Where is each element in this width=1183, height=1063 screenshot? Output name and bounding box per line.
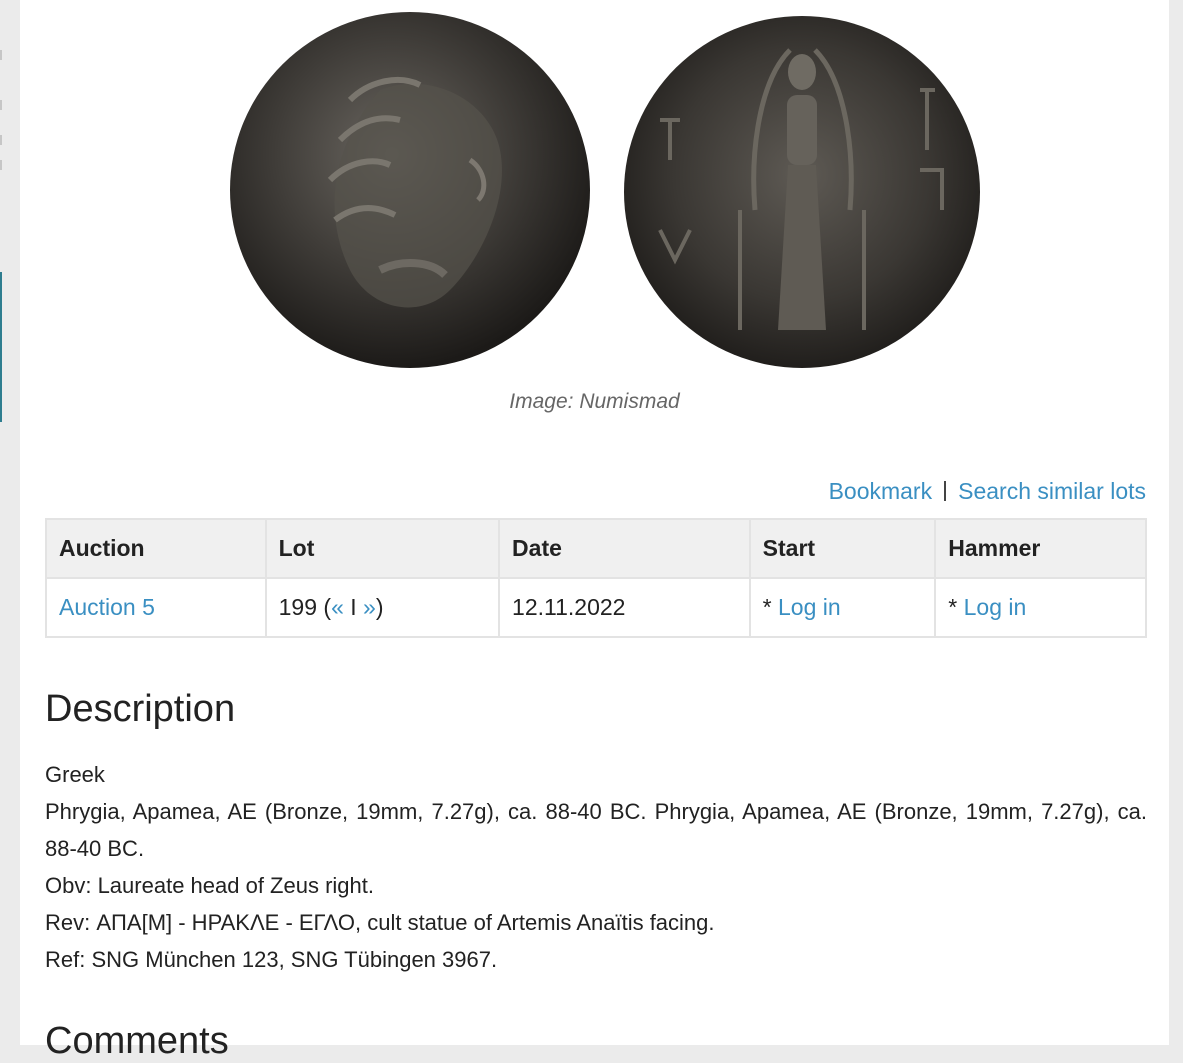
search-similar-lots-link[interactable]: Search similar lots bbox=[958, 478, 1146, 504]
description-line: Ref: SNG München 123, SNG Tübingen 3967. bbox=[45, 947, 498, 972]
hammer-prefix: * bbox=[948, 594, 964, 620]
rail-tick bbox=[0, 50, 2, 60]
lot-nav-separator: I bbox=[343, 594, 364, 620]
bookmark-link[interactable]: Bookmark bbox=[829, 478, 933, 504]
previous-lot-link[interactable]: « bbox=[331, 594, 344, 620]
image-caption: Image: Numismad bbox=[509, 390, 680, 413]
rail-tick bbox=[0, 100, 2, 110]
lot-close-paren: ) bbox=[375, 594, 384, 620]
description-heading: Description bbox=[45, 688, 236, 730]
cell-auction: Auction 5 bbox=[45, 577, 267, 638]
rail-tick bbox=[0, 135, 2, 145]
cell-date: 12.11.2022 bbox=[498, 577, 751, 638]
start-login-link[interactable]: Log in bbox=[778, 594, 841, 620]
table-header-row: Auction Lot Date Start Hammer bbox=[45, 518, 1147, 579]
description-line: Rev: ΑΠΑ[Μ] - ΗΡΑΚΛΕ - ΕΓΛΟ, cult statue… bbox=[45, 910, 715, 935]
header-auction: Auction bbox=[45, 518, 267, 579]
header-lot: Lot bbox=[264, 518, 501, 579]
left-rail bbox=[0, 0, 20, 1045]
coin-obverse bbox=[230, 12, 590, 368]
lot-actions: Bookmark Search similar lots bbox=[829, 478, 1146, 505]
description-line: Phrygia, Apamea, AE (Bronze, 19mm, 7.27g… bbox=[45, 799, 1147, 861]
lot-number: 199 ( bbox=[278, 594, 332, 620]
cell-lot: 199 (« I ») bbox=[264, 577, 501, 638]
action-separator bbox=[944, 481, 947, 501]
lot-table: Auction Lot Date Start Hammer Auction 5 … bbox=[45, 518, 1147, 638]
rail-tick bbox=[0, 160, 2, 170]
coin-reverse bbox=[624, 16, 980, 368]
auction-link[interactable]: Auction 5 bbox=[59, 594, 155, 620]
description-line: Obv: Laureate head of Zeus right. bbox=[45, 873, 374, 898]
next-lot-link[interactable]: » bbox=[363, 594, 376, 620]
description-line: Greek bbox=[45, 762, 105, 787]
coin-image[interactable] bbox=[230, 10, 990, 370]
start-prefix: * bbox=[762, 594, 778, 620]
description-body: Greek Phrygia, Apamea, AE (Bronze, 19mm,… bbox=[45, 756, 1147, 978]
header-hammer: Hammer bbox=[934, 518, 1147, 579]
header-start: Start bbox=[748, 518, 937, 579]
comments-heading: Comments bbox=[45, 1020, 229, 1062]
table-row: Auction 5 199 (« I ») 12.11.2022 * Log i… bbox=[45, 577, 1147, 638]
cell-hammer: * Log in bbox=[934, 577, 1147, 638]
lot-page: Image: Numismad Bookmark Search similar l… bbox=[20, 0, 1169, 1062]
header-date: Date bbox=[498, 518, 751, 579]
hammer-login-link[interactable]: Log in bbox=[964, 594, 1027, 620]
cell-start: * Log in bbox=[748, 577, 937, 638]
rail-accent bbox=[0, 272, 2, 422]
